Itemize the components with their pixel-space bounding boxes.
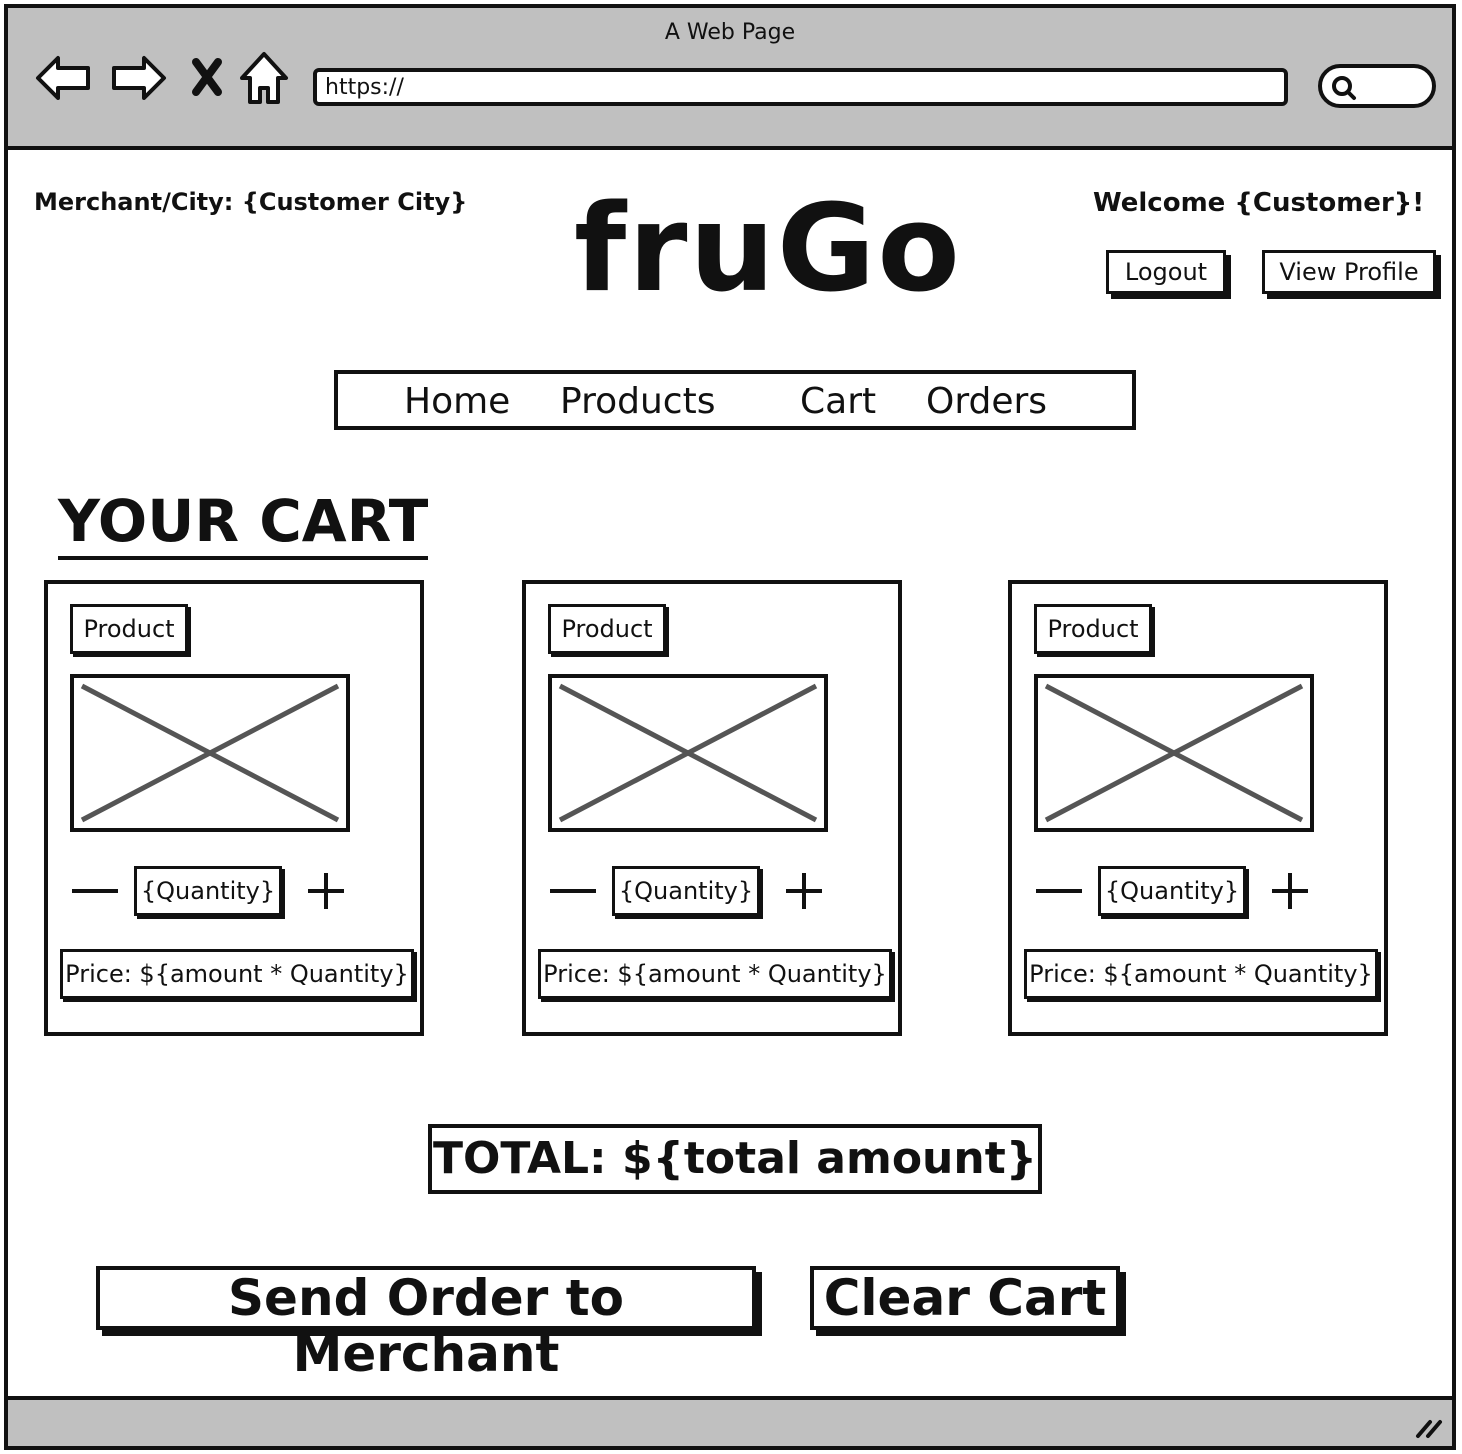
product-label: Product xyxy=(70,604,188,654)
search-icon xyxy=(1332,76,1356,100)
logo: fruGo xyxy=(574,180,962,319)
close-icon[interactable] xyxy=(184,48,244,108)
cart-title: YOUR CART xyxy=(58,486,429,560)
product-image xyxy=(548,674,828,832)
quantity-field[interactable]: {Quantity} xyxy=(612,866,760,916)
view-profile-button[interactable]: View Profile xyxy=(1262,250,1436,294)
product-image xyxy=(70,674,350,832)
nav-products[interactable]: Products xyxy=(560,380,715,424)
send-order-button[interactable]: Send Order to Merchant xyxy=(96,1266,756,1382)
browser-window: A Web Page https:// Merchant/City: {Cust… xyxy=(4,4,1456,1450)
cart-item-card: Product {Quantity} Price: ${amount * Qua… xyxy=(1008,580,1388,1036)
minus-icon[interactable] xyxy=(548,869,598,909)
plus-icon[interactable] xyxy=(782,869,826,913)
plus-icon[interactable] xyxy=(1268,869,1312,913)
cart-item-card: Product {Quantity} Price: ${amount * Qua… xyxy=(44,580,424,1036)
quantity-field[interactable]: {Quantity} xyxy=(134,866,282,916)
price-label: Price: ${amount * Quantity} xyxy=(538,949,892,999)
resize-grip-icon[interactable] xyxy=(1414,1416,1444,1440)
image-placeholder-icon xyxy=(558,683,818,823)
product-label: Product xyxy=(1034,604,1152,654)
price-label: Price: ${amount * Quantity} xyxy=(1024,949,1378,999)
nav-cart[interactable]: Cart xyxy=(800,380,876,424)
url-bar[interactable]: https:// xyxy=(313,68,1288,106)
cart-item-card: Product {Quantity} Price: ${amount * Qua… xyxy=(522,580,902,1036)
quantity-field[interactable]: {Quantity} xyxy=(1098,866,1246,916)
browser-chrome: A Web Page https:// xyxy=(8,8,1452,150)
minus-icon[interactable] xyxy=(1034,869,1084,909)
price-label: Price: ${amount * Quantity} xyxy=(60,949,414,999)
home-icon[interactable] xyxy=(236,48,296,108)
back-arrow-icon[interactable] xyxy=(34,48,94,108)
forward-arrow-icon[interactable] xyxy=(108,48,168,108)
image-placeholder-icon xyxy=(1044,683,1304,823)
welcome-message: Welcome {Customer}! xyxy=(1093,188,1425,218)
nav-orders[interactable]: Orders xyxy=(926,380,1047,424)
window-title: A Web Page xyxy=(664,20,796,45)
status-bar xyxy=(8,1396,1452,1446)
nav-home[interactable]: Home xyxy=(404,380,510,424)
image-placeholder-icon xyxy=(80,683,340,823)
plus-icon[interactable] xyxy=(304,869,348,913)
product-label: Product xyxy=(548,604,666,654)
search-field[interactable] xyxy=(1318,64,1436,108)
minus-icon[interactable] xyxy=(70,869,120,909)
main-nav: Home Products Cart Orders xyxy=(334,370,1136,430)
product-image xyxy=(1034,674,1314,832)
cart-total: TOTAL: ${total amount} xyxy=(428,1124,1042,1194)
merchant-city-label: Merchant/City: {Customer City} xyxy=(34,188,468,216)
clear-cart-button[interactable]: Clear Cart xyxy=(810,1266,1120,1330)
logout-button[interactable]: Logout xyxy=(1106,250,1226,294)
